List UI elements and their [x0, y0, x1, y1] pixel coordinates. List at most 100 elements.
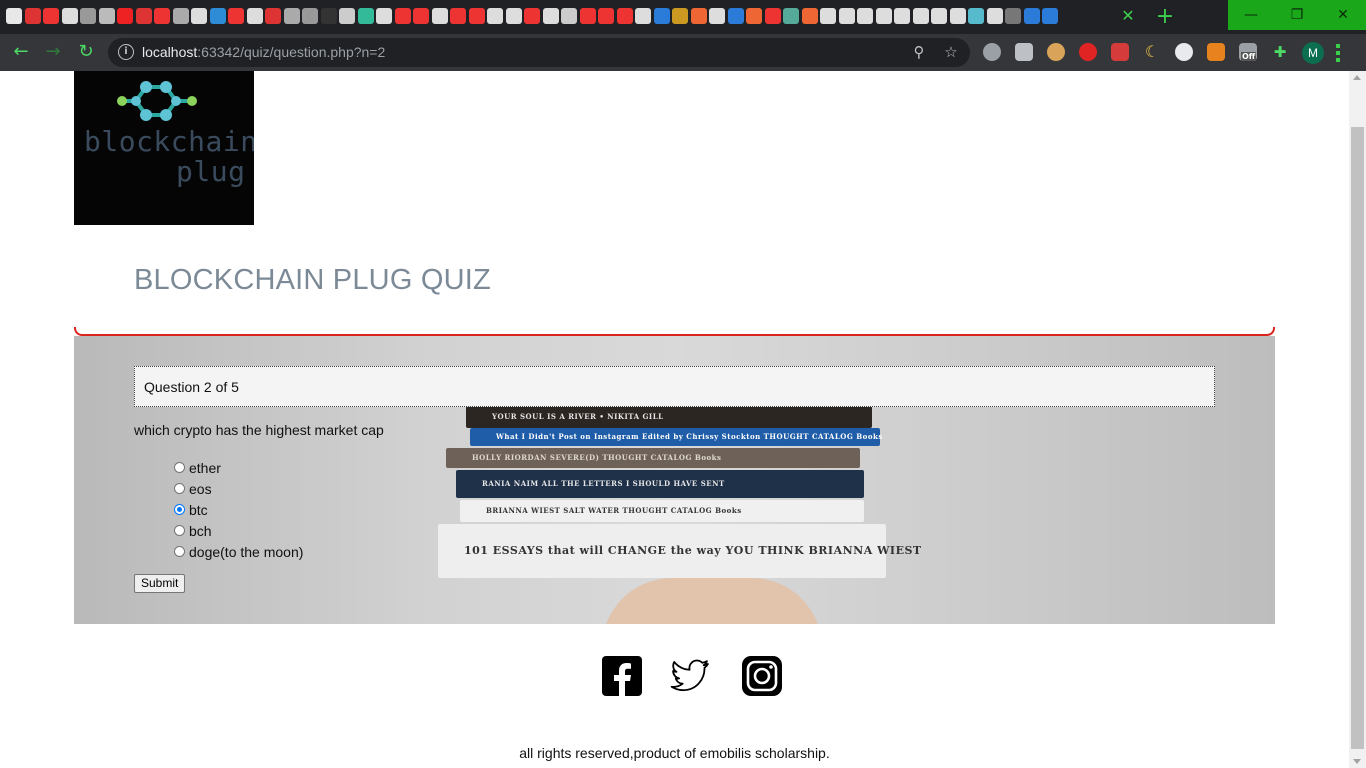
extension-off-icon[interactable]: Off — [1239, 43, 1257, 61]
tab-favicon-icon[interactable] — [1005, 8, 1021, 24]
submit-button[interactable]: Submit — [134, 574, 186, 593]
twitter-icon[interactable] — [670, 656, 710, 696]
address-url[interactable]: localhost:63342/quiz/question.php?n=2 — [142, 44, 385, 60]
extension-lightbulb-icon[interactable] — [983, 43, 1001, 61]
extension-adblock-icon[interactable] — [1079, 43, 1097, 61]
choice-bch[interactable]: bch — [174, 520, 303, 541]
tab-favicon-icon[interactable] — [43, 8, 59, 24]
forward-arrow-icon[interactable]: → — [41, 40, 65, 64]
instagram-icon[interactable] — [742, 656, 782, 696]
restore-window-button[interactable]: ❐ — [1274, 0, 1320, 30]
tab-favicon-icon[interactable] — [487, 8, 503, 24]
tab-favicon-icon[interactable] — [413, 8, 429, 24]
tab-favicon-icon[interactable] — [894, 8, 910, 24]
tab-favicon-icon[interactable] — [284, 8, 300, 24]
tab-favicon-icon[interactable] — [265, 8, 281, 24]
back-arrow-icon[interactable]: ← — [9, 40, 33, 64]
radio-button[interactable] — [174, 462, 185, 473]
tab-favicon-icon[interactable] — [968, 8, 984, 24]
tab-favicon-icon[interactable] — [432, 8, 448, 24]
extension-cookie-icon[interactable] — [1047, 43, 1065, 61]
tab-favicon-icon[interactable] — [210, 8, 226, 24]
tab-favicon-icon[interactable] — [987, 8, 1003, 24]
minimize-window-button[interactable]: — — [1228, 0, 1274, 30]
extension-book-icon[interactable] — [1111, 43, 1129, 61]
tab-favicon-icon[interactable] — [691, 8, 707, 24]
zoom-icon[interactable]: ⚲ — [910, 43, 928, 61]
tab-favicon-icon[interactable] — [450, 8, 466, 24]
choice-btc[interactable]: btc — [174, 499, 303, 520]
tab-favicon-icon[interactable] — [617, 8, 633, 24]
extension-moon-icon[interactable]: ☾ — [1143, 43, 1161, 61]
tab-favicon-icon[interactable] — [857, 8, 873, 24]
tab-favicon-row[interactable] — [6, 8, 1061, 26]
radio-button[interactable] — [174, 483, 185, 494]
tab-favicon-icon[interactable] — [6, 8, 22, 24]
tab-favicon-icon[interactable] — [469, 8, 485, 24]
radio-button[interactable] — [174, 525, 185, 536]
tab-favicon-icon[interactable] — [913, 8, 929, 24]
tab-favicon-icon[interactable] — [62, 8, 78, 24]
tab-favicon-icon[interactable] — [99, 8, 115, 24]
tab-favicon-icon[interactable] — [1024, 8, 1040, 24]
close-tab-icon[interactable]: ✕ — [1118, 6, 1138, 26]
tab-favicon-icon[interactable] — [802, 8, 818, 24]
scroll-down-arrow-icon[interactable] — [1353, 759, 1361, 764]
tab-favicon-icon[interactable] — [783, 8, 799, 24]
profile-avatar[interactable]: M — [1302, 42, 1324, 64]
extensions-puzzle-icon[interactable]: ✚ — [1271, 43, 1289, 61]
tab-favicon-icon[interactable] — [524, 8, 540, 24]
tab-favicon-icon[interactable] — [709, 8, 725, 24]
tab-favicon-icon[interactable] — [598, 8, 614, 24]
tab-favicon-icon[interactable] — [302, 8, 318, 24]
extension-circle-icon[interactable] — [1175, 43, 1193, 61]
reload-icon[interactable]: ↻ — [74, 40, 98, 64]
tab-favicon-icon[interactable] — [950, 8, 966, 24]
tab-favicon-icon[interactable] — [635, 8, 651, 24]
bookmark-star-icon[interactable]: ☆ — [942, 43, 960, 61]
tab-favicon-icon[interactable] — [506, 8, 522, 24]
tab-favicon-icon[interactable] — [561, 8, 577, 24]
tab-favicon-icon[interactable] — [376, 8, 392, 24]
tab-favicon-icon[interactable] — [580, 8, 596, 24]
tab-favicon-icon[interactable] — [321, 8, 337, 24]
extension-metamask-icon[interactable] — [1207, 43, 1225, 61]
tab-favicon-icon[interactable] — [728, 8, 744, 24]
tab-favicon-icon[interactable] — [765, 8, 781, 24]
scroll-up-arrow-icon[interactable] — [1353, 75, 1361, 80]
tab-favicon-icon[interactable] — [654, 8, 670, 24]
choice-doge[interactable]: doge(to the moon) — [174, 541, 303, 562]
browser-menu-icon[interactable] — [1336, 40, 1342, 64]
facebook-icon[interactable] — [602, 656, 642, 696]
new-tab-button[interactable]: + — [1152, 4, 1178, 30]
tab-favicon-icon[interactable] — [154, 8, 170, 24]
tab-favicon-icon[interactable] — [820, 8, 836, 24]
tab-favicon-icon[interactable] — [80, 8, 96, 24]
tab-favicon-icon[interactable] — [117, 8, 133, 24]
tab-favicon-icon[interactable] — [228, 8, 244, 24]
tab-favicon-icon[interactable] — [876, 8, 892, 24]
radio-button-selected[interactable] — [174, 504, 185, 515]
tab-favicon-icon[interactable] — [543, 8, 559, 24]
tab-favicon-icon[interactable] — [672, 8, 688, 24]
tab-favicon-icon[interactable] — [191, 8, 207, 24]
tab-favicon-icon[interactable] — [136, 8, 152, 24]
tab-favicon-icon[interactable] — [25, 8, 41, 24]
tab-favicon-icon[interactable] — [931, 8, 947, 24]
tab-favicon-icon[interactable] — [358, 8, 374, 24]
tab-favicon-icon[interactable] — [746, 8, 762, 24]
choice-ether[interactable]: ether — [174, 457, 303, 478]
extension-camera-icon[interactable] — [1015, 43, 1033, 61]
tab-favicon-icon[interactable] — [1042, 8, 1058, 24]
tab-favicon-icon[interactable] — [173, 8, 189, 24]
address-bar[interactable]: i localhost:63342/quiz/question.php?n=2 … — [108, 38, 970, 67]
radio-button[interactable] — [174, 546, 185, 557]
tab-favicon-icon[interactable] — [247, 8, 263, 24]
choice-eos[interactable]: eos — [174, 478, 303, 499]
tab-favicon-icon[interactable] — [839, 8, 855, 24]
close-window-button[interactable]: ✕ — [1320, 0, 1366, 30]
tab-favicon-icon[interactable] — [395, 8, 411, 24]
site-info-icon[interactable]: i — [118, 44, 134, 60]
scroll-thumb[interactable] — [1351, 127, 1364, 749]
page-scrollbar[interactable] — [1349, 71, 1366, 768]
